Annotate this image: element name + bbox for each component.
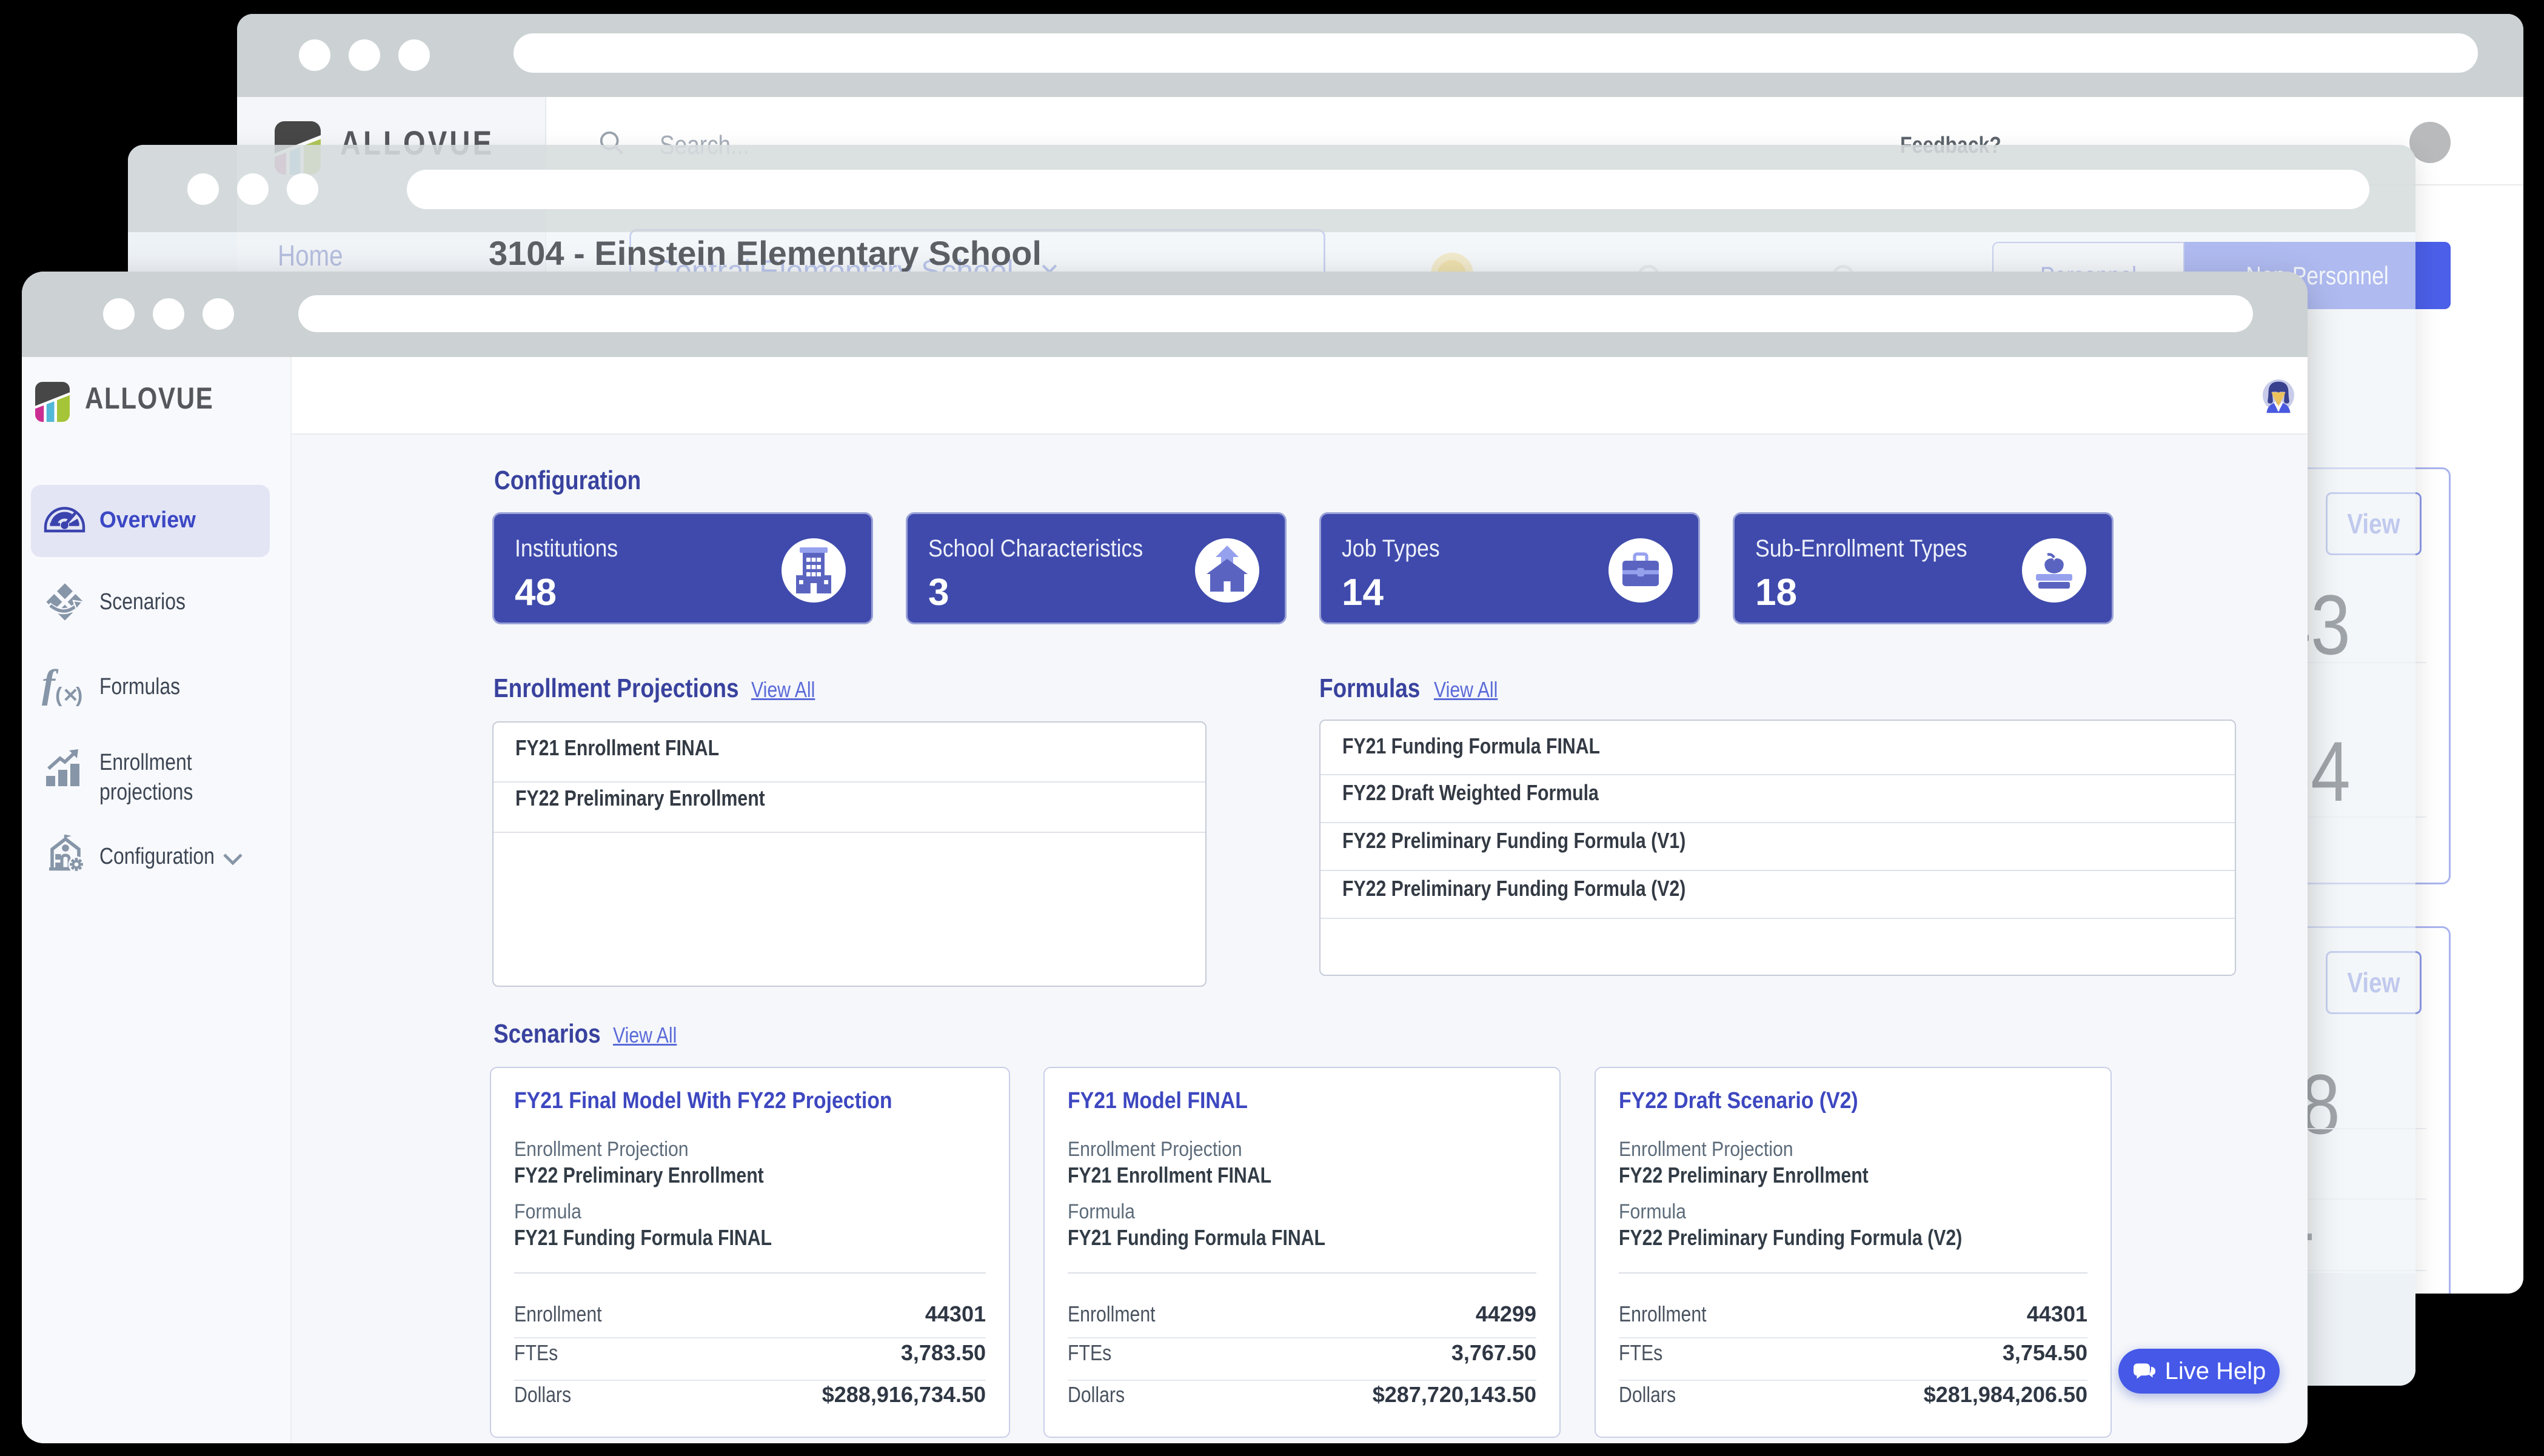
svg-text:): ): [76, 684, 82, 707]
svg-text:(: (: [55, 684, 62, 707]
